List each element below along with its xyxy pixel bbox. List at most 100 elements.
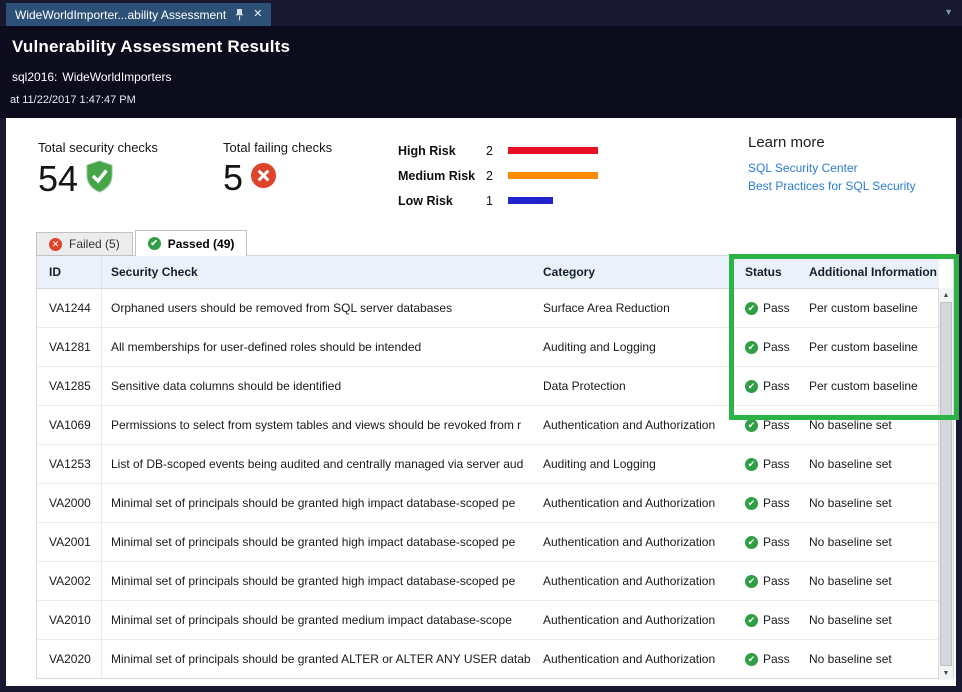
status-text: Pass <box>763 301 790 315</box>
table-row[interactable]: VA1069 Permissions to select from system… <box>37 406 939 445</box>
scroll-up-icon[interactable]: ▲ <box>939 288 953 302</box>
cell-status: ✔ Pass <box>737 613 805 627</box>
close-icon[interactable]: ✕ <box>253 9 262 20</box>
cell-id: VA2000 <box>37 484 102 522</box>
cell-additional-info: No baseline set <box>805 457 939 471</box>
pass-circle-icon: ✔ <box>148 237 161 250</box>
cell-category: Authentication and Authorization <box>535 418 737 432</box>
pass-icon: ✔ <box>745 614 758 627</box>
report-header: Vulnerability Assessment Results sql2016… <box>0 26 962 118</box>
table-row[interactable]: VA2020 Minimal set of principals should … <box>37 640 939 678</box>
tab-failed[interactable]: ✕ Failed (5) <box>36 232 133 256</box>
document-tab-title: WideWorldImporter...ability Assessment <box>15 8 226 22</box>
total-checks-value: 54 <box>38 161 78 197</box>
table-row[interactable]: VA2010 Minimal set of principals should … <box>37 601 939 640</box>
cell-id: VA2002 <box>37 562 102 600</box>
table-header-row: ID Security Check Category Status Additi… <box>37 256 939 289</box>
total-checks-label: Total security checks <box>38 140 158 155</box>
risk-label: High Risk <box>398 144 486 158</box>
table-row[interactable]: VA1285 Sensitive data columns should be … <box>37 367 939 406</box>
status-text: Pass <box>763 535 790 549</box>
table-row[interactable]: VA2002 Minimal set of principals should … <box>37 562 939 601</box>
total-checks-metric: Total security checks 54 <box>38 140 158 198</box>
column-header-status[interactable]: Status <box>737 265 805 279</box>
cell-category: Auditing and Logging <box>535 457 737 471</box>
cell-status: ✔ Pass <box>737 535 805 549</box>
cell-category: Authentication and Authorization <box>535 613 737 627</box>
table-row[interactable]: VA1253 List of DB-scoped events being au… <box>37 445 939 484</box>
cell-security-check: List of DB-scoped events being audited a… <box>102 457 535 471</box>
pass-icon: ✔ <box>745 419 758 432</box>
column-header-check[interactable]: Security Check <box>102 265 535 279</box>
scrollbar-thumb[interactable] <box>940 302 952 666</box>
risk-count: 2 <box>486 144 508 158</box>
cell-category: Authentication and Authorization <box>535 574 737 588</box>
table-row[interactable]: VA1281 All memberships for user-defined … <box>37 328 939 367</box>
table-row[interactable]: VA1244 Orphaned users should be removed … <box>37 289 939 328</box>
pass-icon: ✔ <box>745 536 758 549</box>
document-list-caret-icon[interactable]: ▼ <box>944 7 953 17</box>
cell-additional-info: Per custom baseline <box>805 301 939 315</box>
status-text: Pass <box>763 574 790 588</box>
table-scrollbar[interactable]: ▲ ▼ <box>938 288 953 680</box>
results-table: ID Security Check Category Status Additi… <box>36 255 954 679</box>
cell-additional-info: No baseline set <box>805 574 939 588</box>
risk-bar <box>508 172 598 179</box>
pin-icon[interactable] <box>235 9 244 21</box>
cell-security-check: Minimal set of principals should be gran… <box>102 613 535 627</box>
server-line: sql2016:WideWorldImporters <box>0 57 962 84</box>
learn-more-link[interactable]: SQL Security Center <box>748 161 916 175</box>
learn-more-title: Learn more <box>748 134 916 151</box>
pass-icon: ✔ <box>745 302 758 315</box>
status-text: Pass <box>763 418 790 432</box>
cell-security-check: Orphaned users should be removed from SQ… <box>102 301 535 315</box>
learn-more-links: SQL Security Center Best Practices for SQ… <box>748 161 916 193</box>
cell-additional-info: No baseline set <box>805 613 939 627</box>
cell-id: VA2010 <box>37 601 102 639</box>
table-row[interactable]: VA2001 Minimal set of principals should … <box>37 523 939 562</box>
document-tab[interactable]: WideWorldImporter...ability Assessment ✕ <box>6 3 271 26</box>
column-header-info[interactable]: Additional Information <box>805 265 939 279</box>
risk-label: Low Risk <box>398 194 486 208</box>
status-text: Pass <box>763 379 790 393</box>
risk-count: 2 <box>486 169 508 183</box>
cell-id: VA1281 <box>37 328 102 366</box>
failing-checks-value: 5 <box>223 160 243 196</box>
scroll-down-icon[interactable]: ▼ <box>939 666 953 680</box>
cell-status: ✔ Pass <box>737 496 805 510</box>
column-header-id[interactable]: ID <box>37 256 102 288</box>
status-text: Pass <box>763 496 790 510</box>
cell-security-check: All memberships for user-defined roles s… <box>102 340 535 354</box>
learn-more-link[interactable]: Best Practices for SQL Security <box>748 179 916 193</box>
pass-icon: ✔ <box>745 575 758 588</box>
cell-security-check: Minimal set of principals should be gran… <box>102 535 535 549</box>
tab-passed[interactable]: ✔ Passed (49) <box>135 230 248 256</box>
table-row[interactable]: VA2000 Minimal set of principals should … <box>37 484 939 523</box>
column-header-category[interactable]: Category <box>535 265 737 279</box>
risk-row: High Risk 2 <box>398 138 604 163</box>
server-name: sql2016: <box>12 70 57 84</box>
risk-row: Medium Risk 2 <box>398 163 604 188</box>
status-text: Pass <box>763 613 790 627</box>
risk-bar <box>508 147 598 154</box>
cell-id: VA1244 <box>37 289 102 327</box>
cell-additional-info: No baseline set <box>805 418 939 432</box>
status-text: Pass <box>763 652 790 666</box>
status-text: Pass <box>763 457 790 471</box>
cell-category: Surface Area Reduction <box>535 301 737 315</box>
result-tab-strip: ✕ Failed (5) ✔ Passed (49) <box>36 231 247 256</box>
cell-additional-info: No baseline set <box>805 496 939 510</box>
cell-status: ✔ Pass <box>737 652 805 666</box>
cell-additional-info: No baseline set <box>805 652 939 666</box>
title-bar: WideWorldImporter...ability Assessment ✕… <box>0 0 962 26</box>
cell-id: VA1253 <box>37 445 102 483</box>
cell-id: VA1285 <box>37 367 102 405</box>
failing-checks-label: Total failing checks <box>223 140 332 155</box>
risk-row: Low Risk 1 <box>398 188 604 213</box>
cell-category: Data Protection <box>535 379 737 393</box>
cell-status: ✔ Pass <box>737 301 805 315</box>
cell-status: ✔ Pass <box>737 574 805 588</box>
results-panel: Total security checks 54 Total failing c… <box>6 118 956 686</box>
cell-status: ✔ Pass <box>737 418 805 432</box>
cell-additional-info: No baseline set <box>805 535 939 549</box>
